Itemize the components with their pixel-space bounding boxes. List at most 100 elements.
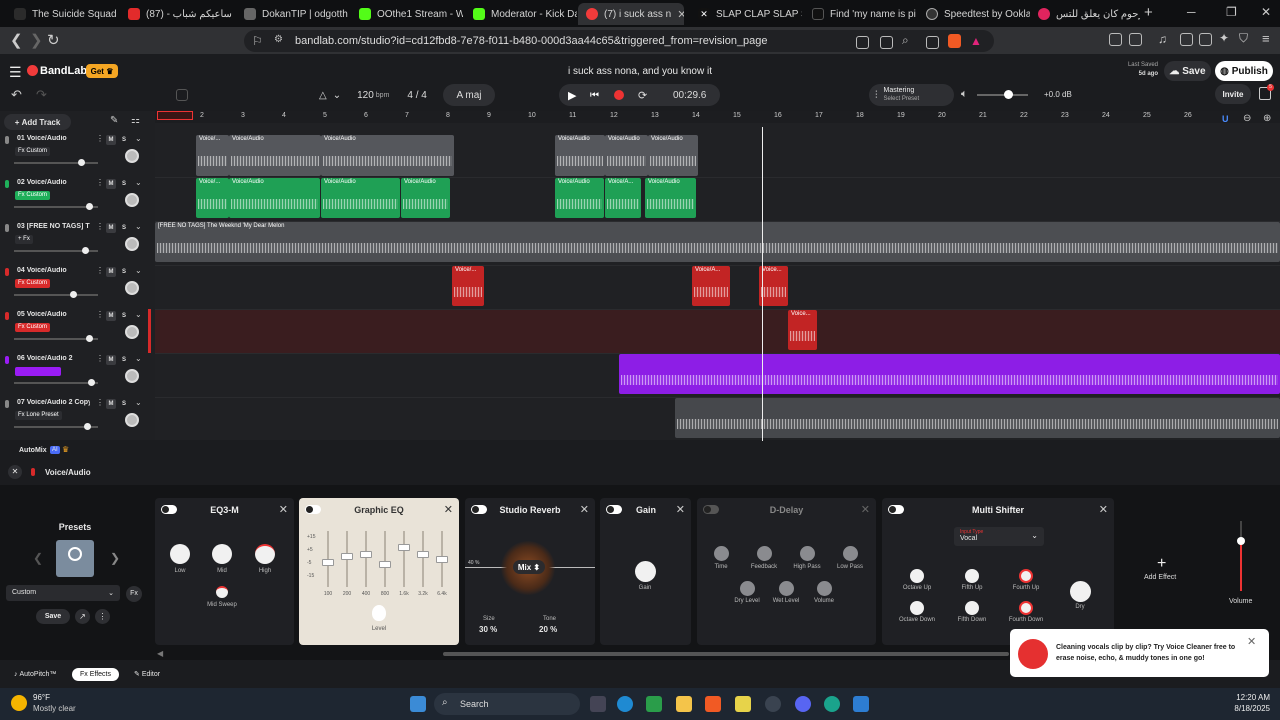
save-button[interactable]: ☁ Save [1164, 61, 1211, 81]
app-icon[interactable] [824, 696, 840, 712]
chevron-down-icon[interactable]: ⌄ [135, 134, 142, 143]
eq-band-slider[interactable]: 100 [321, 531, 335, 603]
chevron-down-icon[interactable]: ⌄ [135, 354, 142, 363]
high-knob[interactable] [255, 544, 275, 564]
track-menu-icon[interactable]: ⋮ [96, 310, 104, 319]
loop-icon[interactable]: ⟳ [638, 89, 647, 102]
add-effect-icon[interactable]: + [1157, 555, 1166, 573]
fx-volume-slider[interactable] [1237, 521, 1245, 591]
track-menu-icon[interactable]: ⋮ [96, 398, 104, 407]
reload-icon[interactable]: ↻ [47, 31, 60, 49]
preset-select[interactable]: Custom ⌄ [6, 585, 120, 601]
audio-clip[interactable]: Voice/Audio [648, 135, 698, 176]
zoom-icon[interactable]: ⌕ [902, 33, 909, 48]
brave-rewards-icon[interactable]: ▲ [970, 34, 982, 48]
mute-button[interactable]: M [106, 399, 116, 409]
forward-icon[interactable]: ❯ [30, 31, 43, 49]
eq-band-handle[interactable] [360, 551, 372, 558]
effects-scrollbar[interactable] [443, 652, 1009, 656]
audio-clip[interactable]: Voice... [788, 310, 817, 350]
eq-band-handle[interactable] [398, 544, 410, 551]
leo-icon[interactable]: ✦ [1219, 31, 1229, 45]
weather-temp[interactable]: 96°F [33, 693, 50, 702]
gain-knob[interactable] [635, 561, 656, 582]
dry-level-knob[interactable] [740, 581, 755, 596]
track-fx-badge[interactable]: + Fx [15, 235, 33, 244]
bookmark-icon[interactable]: ⚐ [252, 34, 263, 48]
save-preset-button[interactable]: Save [36, 609, 70, 624]
eq-band-slider[interactable]: 200 [340, 531, 354, 603]
add-effect-button[interactable]: Add Effect [1144, 574, 1176, 581]
eq-band-handle[interactable] [341, 553, 353, 560]
wet-level-knob[interactable] [779, 581, 794, 596]
store-icon[interactable] [646, 696, 662, 712]
audio-clip[interactable]: Voice/A... [605, 178, 641, 218]
share-icon[interactable] [926, 36, 939, 49]
track-name[interactable]: 05 Voice/Audio [17, 311, 90, 318]
weather-icon[interactable] [11, 695, 27, 711]
track-pan-knob[interactable] [125, 193, 139, 207]
extensions-icon[interactable] [1109, 33, 1122, 46]
track-menu-icon[interactable]: ⋮ [96, 266, 104, 275]
speaker-icon[interactable]: 🔈︎ [961, 88, 968, 101]
new-tab-icon[interactable]: + [1144, 4, 1153, 21]
track-name[interactable]: 07 Voice/Audio 2 Copy [17, 399, 90, 406]
chevron-down-icon[interactable]: ⌄ [333, 90, 341, 101]
audio-clip[interactable] [619, 354, 1280, 394]
dry-knob[interactable] [1070, 581, 1091, 602]
menu-icon[interactable]: ≡ [1262, 31, 1270, 46]
redo-icon[interactable]: ↷ [36, 87, 47, 103]
eq-band-handle[interactable] [322, 559, 334, 566]
eq-band-handle[interactable] [379, 561, 391, 568]
more-icon[interactable]: ⋮ [95, 609, 110, 624]
undo-icon[interactable]: ↶ [11, 87, 22, 103]
brave-shield-icon[interactable] [948, 34, 961, 48]
mix-button[interactable]: Mix ⬍ [513, 560, 545, 574]
mute-button[interactable]: M [106, 135, 116, 145]
eq-band-handle[interactable] [436, 556, 448, 563]
key-selector[interactable]: A maj [443, 84, 495, 106]
audio-clip[interactable]: Voice/... [196, 135, 229, 176]
high-pass-knob[interactable] [800, 546, 815, 561]
track-volume-slider[interactable] [14, 247, 98, 254]
mid-sweep-knob[interactable] [216, 586, 228, 598]
preset-avatar[interactable] [56, 540, 94, 577]
track-pan-knob[interactable] [125, 325, 139, 339]
minimize-icon[interactable]: ─ [1187, 5, 1196, 19]
track-name[interactable]: 01 Voice/Audio [17, 135, 90, 142]
next-preset-icon[interactable]: ❯ [110, 551, 120, 565]
editor-tab[interactable]: ✎ Editor [128, 668, 166, 681]
tab-slap-clap[interactable]: ✕SLAP CLAP SLAP SLAP [690, 3, 802, 25]
publish-button[interactable]: ◍ Publish [1215, 61, 1273, 81]
effects-tab[interactable]: Fx Effects [72, 668, 120, 681]
track-pan-knob[interactable] [125, 369, 139, 383]
track-volume-handle[interactable] [82, 247, 89, 254]
mute-button[interactable]: M [106, 311, 116, 321]
track-fx-badge[interactable]: Fx Custom [15, 147, 51, 156]
track-settings-icon[interactable]: ⚏ [131, 115, 140, 126]
track-pan-knob[interactable] [125, 237, 139, 251]
tab-tiktok[interactable]: Find 'my name is pink [804, 3, 916, 25]
solo-button[interactable]: S [119, 399, 129, 409]
track-volume-slider[interactable] [14, 291, 98, 298]
file-explorer-icon[interactable] [676, 696, 692, 712]
track-pan-knob[interactable] [125, 413, 139, 427]
track-header[interactable]: 06 Voice/Audio 2 ⋮ M S ⌄ [0, 351, 150, 395]
chevron-down-icon[interactable]: ⌄ [135, 310, 142, 319]
audio-clip[interactable]: Voice/Audio [321, 135, 454, 176]
audio-clip[interactable]: Voice/Audio [229, 135, 321, 176]
audio-clip[interactable]: Voice/Audio [645, 178, 696, 218]
audio-clip[interactable]: Voice/A... [692, 266, 730, 306]
chevron-down-icon[interactable]: ⌄ [135, 398, 142, 407]
cast-icon[interactable] [880, 36, 893, 49]
audio-clip[interactable]: Voice... [759, 266, 788, 306]
eq-band-slider[interactable]: 800 [378, 531, 392, 603]
master-volume-slider[interactable] [977, 90, 1028, 99]
fx-icon[interactable]: Fx [126, 586, 142, 602]
task-view-icon[interactable] [590, 696, 606, 712]
track-volume-handle[interactable] [86, 335, 93, 342]
add-track-button[interactable]: + Add Track [4, 114, 71, 130]
mute-button[interactable]: M [106, 355, 116, 365]
solo-button[interactable]: S [119, 135, 129, 145]
audio-clip[interactable]: Voice/Audio [229, 178, 320, 218]
